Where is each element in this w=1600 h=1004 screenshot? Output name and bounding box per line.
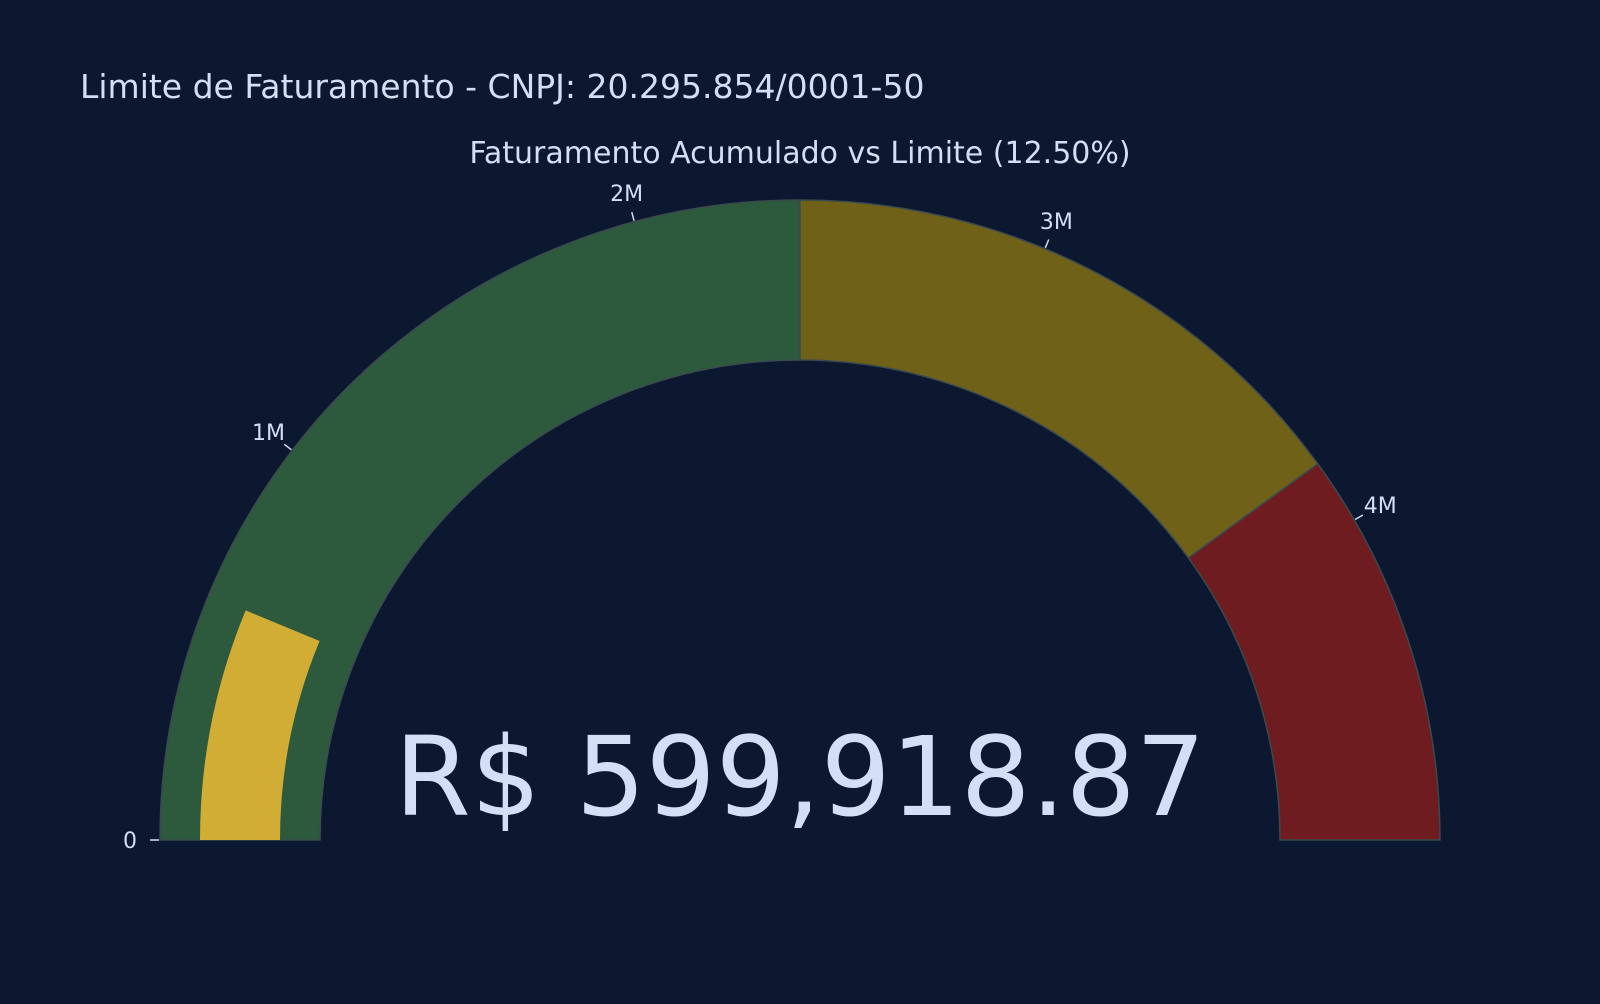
gauge-tick-label-0: 0: [123, 829, 137, 854]
gauge-svg: Limite de Faturamento - CNPJ: 20.295.854…: [80, 67, 1441, 854]
gauge-tick-label-2: 2M: [610, 182, 643, 207]
chart-title: Faturamento Acumulado vs Limite (12.50%): [469, 136, 1130, 171]
gauge-tick-mark-2: [631, 211, 635, 222]
page-title: Limite de Faturamento - CNPJ: 20.295.854…: [80, 67, 924, 106]
gauge-tick-mark-1: [283, 443, 292, 451]
gauge-tick-label-3: 3M: [1040, 210, 1073, 235]
gauge-chart: Limite de Faturamento - CNPJ: 20.295.854…: [0, 0, 1600, 1000]
gauge-tick-label-1: 1M: [252, 421, 285, 446]
gauge-value-label: R$ 599,918.87: [394, 713, 1205, 841]
gauge-tick-label-4: 4M: [1364, 494, 1397, 519]
gauge-step-1: [799, 199, 1319, 559]
gauge-tick-mark-3: [1044, 239, 1050, 249]
gauge-tick-mark-4: [1354, 514, 1364, 521]
